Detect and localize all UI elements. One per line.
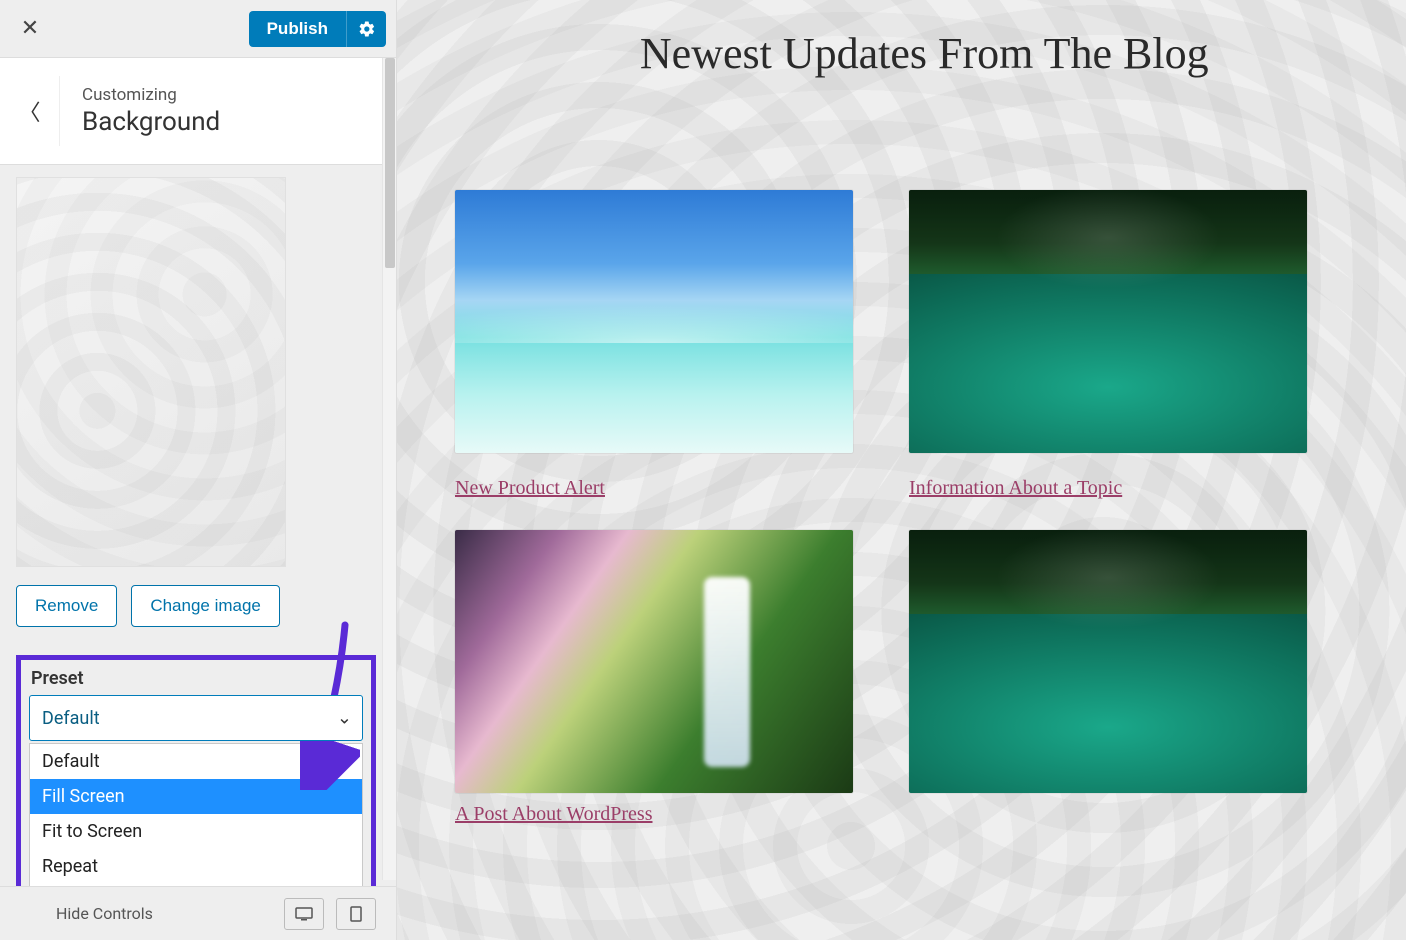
section-titles: Customizing Background xyxy=(60,85,220,137)
post-card: Information About a Topic xyxy=(909,190,1309,500)
post-thumbnail[interactable] xyxy=(909,530,1307,793)
post-card: A Post About WordPress xyxy=(455,530,855,826)
preset-option-repeat[interactable]: Repeat xyxy=(30,849,362,884)
posts-grid: New Product Alert Information About a To… xyxy=(455,190,1406,826)
publish-settings-button[interactable] xyxy=(346,11,386,47)
change-image-button[interactable]: Change image xyxy=(131,585,280,627)
site-preview: Newest Updates From The Blog New Product… xyxy=(397,0,1406,940)
publish-button[interactable]: Publish xyxy=(249,11,346,47)
remove-image-button[interactable]: Remove xyxy=(16,585,117,627)
breadcrumb: Customizing xyxy=(82,85,220,105)
scrollbar-thumb[interactable] xyxy=(385,58,395,268)
post-thumbnail[interactable] xyxy=(455,190,853,453)
back-button[interactable]: 〈 xyxy=(0,76,60,146)
section-header: 〈 Customizing Background xyxy=(0,58,396,165)
preset-option-default[interactable]: Default xyxy=(30,744,362,779)
post-title-link[interactable]: New Product Alert xyxy=(455,477,605,500)
sidebar-scrollbar[interactable] xyxy=(382,58,396,880)
section-title: Background xyxy=(82,107,220,137)
close-icon: ✕ xyxy=(21,16,39,41)
customizer-sidebar: ✕ Publish 〈 Customizing Background Remov… xyxy=(0,0,397,940)
gear-icon xyxy=(358,20,376,38)
post-thumbnail[interactable] xyxy=(909,190,1307,453)
post-title-link[interactable]: Information About a Topic xyxy=(909,477,1122,500)
preset-option-fit-to-screen[interactable]: Fit to Screen xyxy=(30,814,362,849)
post-title-link[interactable]: A Post About WordPress xyxy=(455,803,653,826)
device-desktop-button[interactable] xyxy=(284,898,324,930)
device-preview-group xyxy=(284,898,396,930)
image-action-row: Remove Change image xyxy=(16,585,380,627)
panel-body: Remove Change image Preset Default ⌄ Def… xyxy=(0,165,396,935)
background-image-thumbnail[interactable] xyxy=(16,177,286,567)
customizer-top-bar: ✕ Publish xyxy=(0,0,396,58)
post-thumbnail[interactable] xyxy=(455,530,853,793)
preset-select[interactable]: Default ⌄ xyxy=(29,695,363,741)
post-card: New Product Alert xyxy=(455,190,855,500)
customizer-footer: Hide Controls xyxy=(0,886,396,940)
preset-option-fill-screen[interactable]: Fill Screen xyxy=(30,779,362,814)
preset-selected-value: Default xyxy=(42,708,100,729)
chevron-down-icon: ⌄ xyxy=(337,708,352,729)
publish-button-group: Publish xyxy=(249,11,386,47)
close-customizer-button[interactable]: ✕ xyxy=(0,0,60,58)
chevron-left-icon: 〈 xyxy=(18,95,40,127)
device-tablet-button[interactable] xyxy=(336,898,376,930)
tablet-icon xyxy=(350,906,362,922)
desktop-icon xyxy=(295,907,313,921)
preset-label: Preset xyxy=(31,668,363,689)
post-card xyxy=(909,530,1309,826)
blog-heading: Newest Updates From The Blog xyxy=(640,28,1209,79)
hide-controls-button[interactable]: Hide Controls xyxy=(0,904,153,923)
